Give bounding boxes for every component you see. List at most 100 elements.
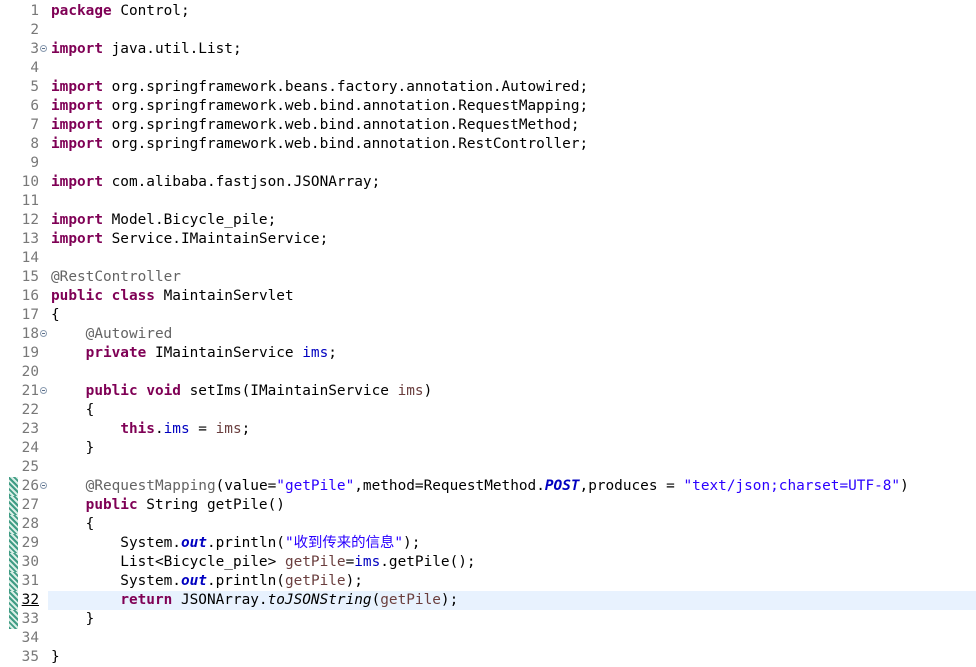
code-line[interactable]: 4: [0, 59, 976, 78]
code-line[interactable]: 12 import Model.Bicycle_pile;: [0, 211, 976, 230]
code-line[interactable]: 11: [0, 192, 976, 211]
quick-diff-marker: [9, 553, 18, 572]
code-line[interactable]: 15 @RestController: [0, 268, 976, 287]
line-gutter: 27: [0, 496, 48, 515]
line-number: 7: [30, 117, 39, 133]
code-line[interactable]: 27 public String getPile(): [0, 496, 976, 515]
code-text[interactable]: import org.springframework.web.bind.anno…: [51, 135, 588, 154]
code-text[interactable]: @Autowired: [51, 325, 173, 344]
code-text[interactable]: {: [51, 306, 60, 325]
code-line[interactable]: 10 import com.alibaba.fastjson.JSONArray;: [0, 173, 976, 192]
code-text[interactable]: import java.util.List;: [51, 40, 242, 59]
code-editor[interactable]: 1 package Control; 2 3 import java.util.List…: [0, 0, 976, 665]
code-text[interactable]: @RequestMapping(value="getPile",method=R…: [51, 477, 909, 496]
line-number: 22: [21, 402, 39, 418]
code-text[interactable]: public void setIms(IMaintainService ims): [51, 382, 433, 401]
code-text[interactable]: import com.alibaba.fastjson.JSONArray;: [51, 173, 380, 192]
collapse-fold-icon[interactable]: [40, 45, 47, 52]
code-line[interactable]: 3 import java.util.List;: [0, 40, 976, 59]
line-number: 27: [21, 497, 39, 513]
code-line[interactable]: 1 package Control;: [0, 2, 976, 21]
code-line[interactable]: 24 }: [0, 439, 976, 458]
collapse-fold-icon[interactable]: [40, 330, 47, 337]
line-gutter: 35: [0, 648, 48, 667]
code-line[interactable]: 28 {: [0, 515, 976, 534]
code-text[interactable]: System.out.println(getPile);: [51, 572, 363, 591]
code-line[interactable]: 33 }: [0, 610, 976, 629]
line-gutter: 23: [0, 420, 48, 439]
code-text[interactable]: import org.springframework.beans.factory…: [51, 78, 588, 97]
code-text[interactable]: }: [51, 610, 95, 629]
code-text[interactable]: import org.springframework.web.bind.anno…: [51, 97, 588, 116]
line-number: 2: [30, 22, 39, 38]
code-text[interactable]: return JSONArray.toJSONString(getPile);: [51, 591, 458, 610]
code-line[interactable]: 19 private IMaintainService ims;: [0, 344, 976, 363]
code-text[interactable]: this.ims = ims;: [51, 420, 250, 439]
line-number: 29: [21, 535, 39, 551]
code-line[interactable]: 26 @RequestMapping(value="getPile",metho…: [0, 477, 976, 496]
code-line[interactable]: 34: [0, 629, 976, 648]
code-line[interactable]: 6 import org.springframework.web.bind.ann…: [0, 97, 976, 116]
code-line[interactable]: 20: [0, 363, 976, 382]
line-gutter: 1: [0, 2, 48, 21]
quick-diff-marker: [9, 610, 18, 629]
collapse-fold-icon[interactable]: [40, 482, 47, 489]
code-text[interactable]: private IMaintainService ims;: [51, 344, 337, 363]
line-number: 34: [21, 630, 39, 646]
code-text[interactable]: import Service.IMaintainService;: [51, 230, 328, 249]
code-line[interactable]: 16 public class MaintainServlet: [0, 287, 976, 306]
line-gutter: 29: [0, 534, 48, 553]
quick-diff-marker: [9, 515, 18, 534]
line-number: 23: [21, 421, 39, 437]
line-number: 31: [21, 573, 39, 589]
code-text[interactable]: System.out.println("收到传来的信息");: [51, 534, 420, 553]
code-line[interactable]: 21 public void setIms(IMaintainService i…: [0, 382, 976, 401]
line-number: 32: [21, 592, 39, 608]
code-text[interactable]: public class MaintainServlet: [51, 287, 294, 306]
code-line[interactable]: 22 {: [0, 401, 976, 420]
code-line[interactable]: 13 import Service.IMaintainService;: [0, 230, 976, 249]
code-line[interactable]: 35}: [0, 648, 976, 667]
code-line[interactable]: 14: [0, 249, 976, 268]
line-number: 16: [21, 288, 39, 304]
code-text[interactable]: }: [51, 439, 95, 458]
line-gutter: 10: [0, 173, 48, 192]
code-line[interactable]: 2: [0, 21, 976, 40]
code-text[interactable]: {: [51, 515, 95, 534]
code-text[interactable]: import org.springframework.web.bind.anno…: [51, 116, 580, 135]
code-text[interactable]: {: [51, 401, 95, 420]
line-gutter: 16: [0, 287, 48, 306]
line-number: 21: [21, 383, 39, 399]
line-number: 33: [21, 611, 39, 627]
line-gutter: 28: [0, 515, 48, 534]
code-text[interactable]: List<Bicycle_pile> getPile=ims.getPile()…: [51, 553, 475, 572]
quick-diff-marker: [9, 572, 18, 591]
line-gutter: 25: [0, 458, 48, 477]
code-text[interactable]: @RestController: [51, 268, 181, 287]
code-line[interactable]: 30 List<Bicycle_pile> getPile=ims.getPil…: [0, 553, 976, 572]
code-text[interactable]: import Model.Bicycle_pile;: [51, 211, 276, 230]
code-line[interactable]: 8 import org.springframework.web.bind.ann…: [0, 135, 976, 154]
code-line[interactable]: 18 @Autowired: [0, 325, 976, 344]
code-text[interactable]: package Control;: [51, 2, 190, 21]
collapse-fold-icon[interactable]: [40, 387, 47, 394]
code-text[interactable]: }: [51, 648, 60, 667]
code-line[interactable]: 29 System.out.println("收到传来的信息");: [0, 534, 976, 553]
code-line[interactable]: 31 System.out.println(getPile);: [0, 572, 976, 591]
code-line[interactable]: 9: [0, 154, 976, 173]
code-text[interactable]: public String getPile(): [51, 496, 285, 515]
line-number: 25: [21, 459, 39, 475]
line-gutter: 3: [0, 40, 48, 59]
line-gutter: 13: [0, 230, 48, 249]
code-line[interactable]: 32 return JSONArray.toJSONString(getPile…: [0, 591, 976, 610]
line-gutter: 11: [0, 192, 48, 211]
line-number: 11: [21, 193, 39, 209]
line-gutter: 12: [0, 211, 48, 230]
code-line[interactable]: 25: [0, 458, 976, 477]
line-number: 26: [21, 478, 39, 494]
line-gutter: 17: [0, 306, 48, 325]
code-line[interactable]: 5 import org.springframework.beans.factor…: [0, 78, 976, 97]
code-line[interactable]: 23 this.ims = ims;: [0, 420, 976, 439]
code-line[interactable]: 17 {: [0, 306, 976, 325]
code-line[interactable]: 7 import org.springframework.web.bind.ann…: [0, 116, 976, 135]
